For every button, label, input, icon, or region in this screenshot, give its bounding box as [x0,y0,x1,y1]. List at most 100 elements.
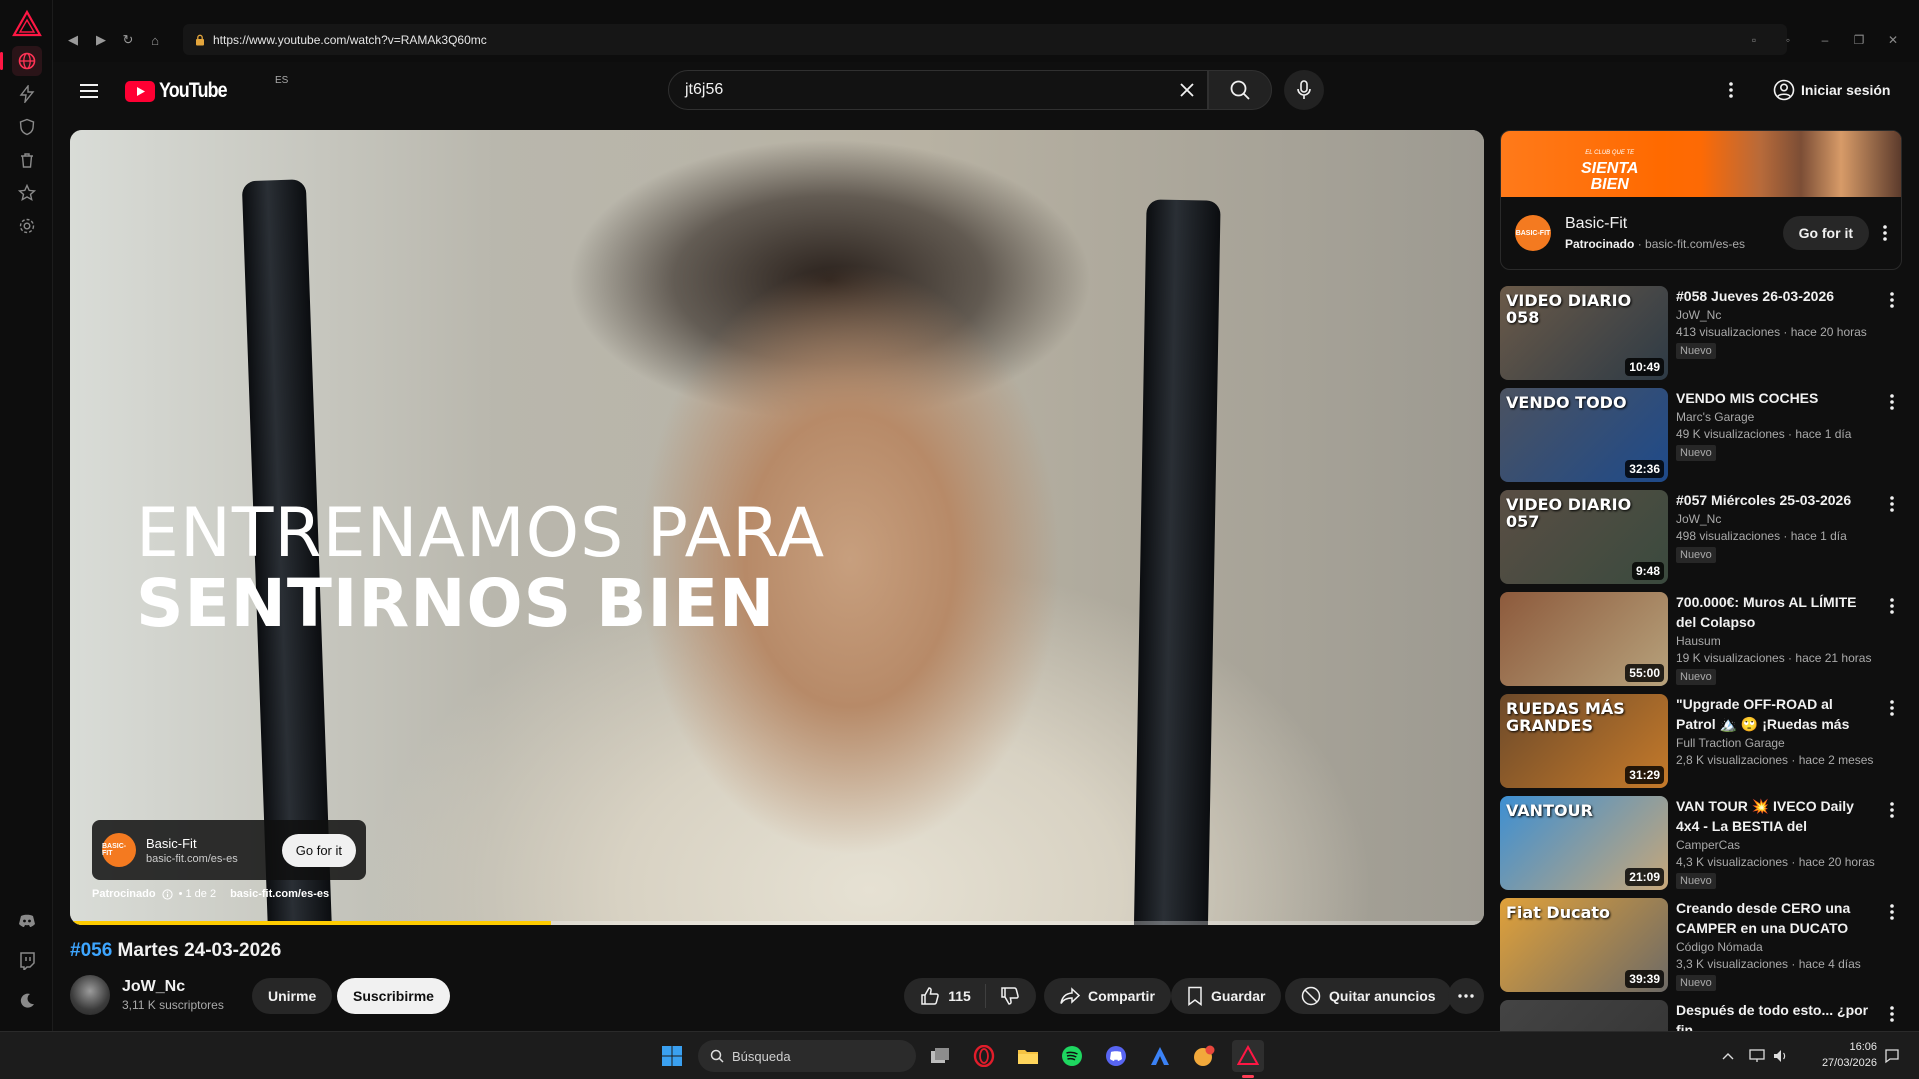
voice-search-button[interactable] [1284,70,1324,110]
taskbar-search[interactable]: Búsqueda [698,1040,916,1072]
recommendation-item[interactable]: RUEDAS MÁS GRANDES 31:29 "Upgrade OFF-ROAD… [1500,694,1902,790]
recommendation-channel[interactable]: CamperCas [1676,838,1876,852]
recommendation-title[interactable]: #057 Miércoles 25-03-2026 [1676,490,1876,510]
moon-icon[interactable] [12,986,42,1016]
sidebar-ad-banner[interactable]: EL CLUB QUE TE SIENTA BIEN [1501,131,1901,197]
bolt-icon[interactable] [12,79,42,109]
close-window-icon[interactable]: ✕ [1881,30,1905,50]
minimize-icon[interactable]: – [1813,30,1837,50]
video-player[interactable]: ENTRENAMOS PARA SENTIRNOS BIEN BASIC-FIT… [70,130,1484,925]
recommendation-more-icon[interactable] [1882,696,1902,720]
browser-logo-icon[interactable] [11,8,43,40]
globe-icon[interactable] [0,46,42,76]
recommendation-channel[interactable]: Marc's Garage [1676,410,1876,424]
recommendation-more-icon[interactable] [1882,288,1902,312]
recommendation-thumbnail[interactable]: VENDO TODO 32:36 [1500,388,1668,482]
spotify-icon[interactable] [1056,1040,1088,1072]
trash-icon[interactable] [12,145,42,175]
gear-icon[interactable] [12,211,42,241]
save-button[interactable]: Guardar [1171,978,1282,1014]
recommendation-title[interactable]: Creando desde CERO una CAMPER en una DUC… [1676,898,1876,938]
info-icon[interactable] [161,888,173,900]
ad-progress-bar[interactable] [70,921,1484,925]
remove-ads-button[interactable]: Quitar anuncios [1285,978,1452,1014]
system-clock[interactable]: 16:06 27/03/2026 [1822,1039,1877,1071]
recommendation-item[interactable]: VANTOUR 21:09 VAN TOUR 💥 IVECO Daily 4x4 -… [1500,796,1902,892]
clear-search-icon[interactable] [1167,70,1207,110]
youtube-logo[interactable]: YouTube ES [125,75,288,103]
recommendation-channel[interactable]: JoW_Nc [1676,308,1876,322]
taskbar-browser-icon[interactable] [1232,1040,1264,1078]
star-icon[interactable] [12,178,42,208]
task-view-icon[interactable] [924,1040,956,1072]
back-icon[interactable]: ◀ [63,30,83,50]
dislike-button[interactable] [986,986,1034,1006]
address-bar[interactable]: https://www.youtube.com/watch?v=RAMAk3Q6… [183,24,1787,55]
extension-icon[interactable]: ▫ [1742,30,1766,50]
recommendation-channel[interactable]: Código Nómada [1676,940,1876,954]
home-icon[interactable]: ⌂ [145,30,165,50]
sidebar-ad-more-icon[interactable] [1883,225,1887,241]
ad-link[interactable]: basic-fit.com/es-es [230,888,329,900]
volume-icon[interactable] [1770,1040,1792,1072]
recommendation-thumbnail[interactable]: Fiat Ducato 39:39 [1500,898,1668,992]
menu-icon[interactable] [78,80,100,102]
share-button[interactable]: Compartir [1044,978,1171,1014]
recommendation-thumbnail[interactable]: VIDEO DIARIO 057 9:48 [1500,490,1668,584]
sidebar-ad[interactable]: EL CLUB QUE TE SIENTA BIEN BASIC-FIT Bas… [1500,130,1902,270]
sidebar-ad-cta-button[interactable]: Go for it [1782,216,1869,250]
chat-app-icon[interactable] [1188,1040,1220,1072]
recommendation-title[interactable]: 700.000€: Muros AL LÍMITE del Colapso [1676,592,1876,632]
recommendation-item[interactable]: VENDO TODO 32:36 VENDO MIS COCHES Marc's Ga… [1500,388,1902,484]
recommendation-more-icon[interactable] [1882,798,1902,822]
recommendation-item[interactable]: VIDEO DIARIO 058 10:49 #058 Jueves 26-03-2… [1500,286,1902,382]
file-explorer-icon[interactable] [1012,1040,1044,1072]
profile-icon[interactable]: ◦ [1776,30,1800,50]
windows-start-icon[interactable] [656,1040,688,1072]
twitch-icon[interactable] [12,946,42,976]
signin-button[interactable]: Iniciar sesión [1765,72,1902,108]
network-icon[interactable] [1746,1040,1768,1072]
recommendation-more-icon[interactable] [1882,594,1902,618]
ad-card[interactable]: BASIC-FIT Basic-Fit basic-fit.com/es-es … [92,820,366,880]
discord-icon[interactable] [12,906,42,936]
channel-name[interactable]: JoW_Nc [122,978,224,996]
shield-icon[interactable] [12,112,42,142]
recommendation-more-icon[interactable] [1882,900,1902,924]
notifications-icon[interactable] [1880,1040,1904,1072]
recommendation-channel[interactable]: JoW_Nc [1676,512,1876,526]
video-title-hashtag[interactable]: #056 [70,940,112,961]
ad-cta-button[interactable]: Go for it [281,833,356,867]
join-button[interactable]: Unirme [252,978,333,1014]
forward-icon[interactable]: ▶ [91,30,111,50]
recommendation-thumbnail[interactable]: 55:00 [1500,592,1668,686]
recommendation-thumbnail[interactable]: VANTOUR 21:09 [1500,796,1668,890]
recommendation-item[interactable]: VIDEO DIARIO 057 9:48 #057 Miércoles 25-03… [1500,490,1902,586]
recommendation-more-icon[interactable] [1882,390,1902,414]
recommendation-title[interactable]: VENDO MIS COCHES [1676,388,1876,408]
recommendation-item[interactable]: 55:00 700.000€: Muros AL LÍMITE del Colap… [1500,592,1902,688]
maximize-icon[interactable]: ❐ [1847,30,1871,50]
settings-more-icon[interactable] [1719,78,1743,102]
taskbar-discord-icon[interactable] [1100,1040,1132,1072]
search-input[interactable]: jt6j56 [668,70,1208,110]
recommendation-more-icon[interactable] [1882,1002,1902,1026]
opera-icon[interactable] [968,1040,1000,1072]
recommendation-thumbnail[interactable]: RUEDAS MÁS GRANDES 31:29 [1500,694,1668,788]
channel-avatar[interactable] [70,975,110,1015]
recommendation-channel[interactable]: Hausum [1676,634,1876,648]
app-a-icon[interactable] [1144,1040,1176,1072]
like-button[interactable]: 115 [906,984,986,1008]
subscribe-button[interactable]: Suscribirme [337,978,450,1014]
recommendation-title[interactable]: VAN TOUR 💥 IVECO Daily 4x4 - La BESTIA d… [1676,796,1876,836]
recommendation-more-icon[interactable] [1882,492,1902,516]
reload-icon[interactable]: ↻ [118,30,138,50]
recommendation-channel[interactable]: Full Traction Garage [1676,736,1876,750]
recommendation-thumbnail[interactable]: VIDEO DIARIO 058 10:49 [1500,286,1668,380]
search-button[interactable] [1208,70,1272,110]
show-hidden-icons[interactable] [1718,1040,1738,1072]
recommendation-title[interactable]: "Upgrade OFF-ROAD al Patrol 🏔️ 🙄 ¡Ruedas… [1676,694,1876,734]
recommendation-item[interactable]: Fiat Ducato 39:39 Creando desde CERO una C… [1500,898,1902,994]
recommendation-title[interactable]: #058 Jueves 26-03-2026 [1676,286,1876,306]
more-actions-button[interactable] [1448,978,1484,1014]
